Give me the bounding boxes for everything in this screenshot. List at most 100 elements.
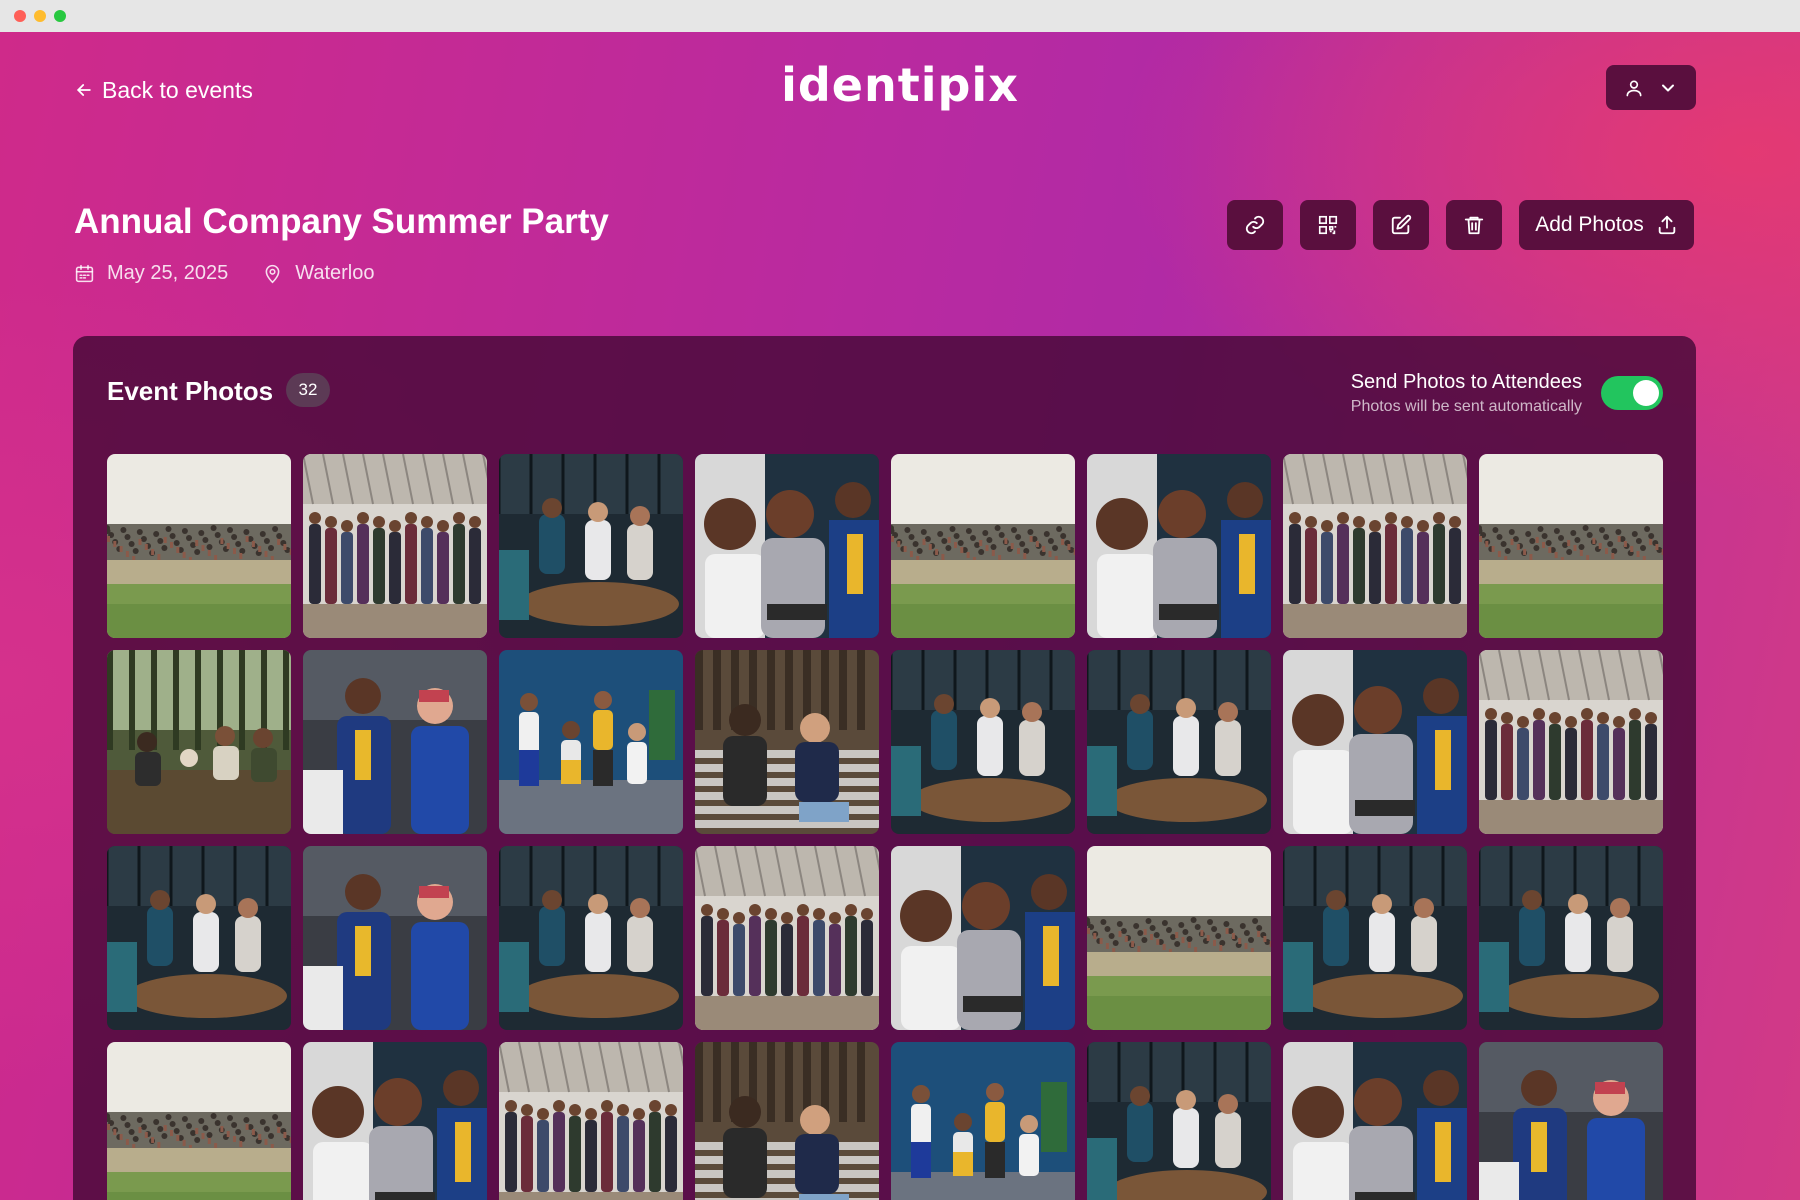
event-date-text: May 25, 2025 bbox=[107, 261, 229, 284]
event-photo-thumbnail[interactable] bbox=[499, 846, 683, 1030]
event-photo-thumbnail[interactable] bbox=[1087, 1042, 1271, 1200]
event-photo-thumbnail[interactable] bbox=[891, 454, 1075, 638]
photo-image bbox=[1479, 1042, 1663, 1200]
photo-image bbox=[499, 1042, 683, 1200]
upload-icon bbox=[1658, 215, 1676, 235]
event-meta: May 25, 2025 Waterloo bbox=[74, 258, 375, 288]
close-window-button[interactable] bbox=[14, 10, 26, 22]
event-photo-thumbnail[interactable] bbox=[1479, 650, 1663, 834]
event-photo-thumbnail[interactable] bbox=[499, 1042, 683, 1200]
edit-event-button[interactable] bbox=[1373, 200, 1429, 250]
calendar-icon bbox=[75, 264, 94, 282]
send-photos-toggle[interactable] bbox=[1601, 376, 1663, 410]
photo-image bbox=[1479, 846, 1663, 1030]
event-photo-thumbnail[interactable] bbox=[499, 650, 683, 834]
event-photo-thumbnail[interactable] bbox=[107, 1042, 291, 1200]
user-icon bbox=[1626, 80, 1642, 96]
edit-icon bbox=[1391, 214, 1412, 235]
photo-image bbox=[1283, 846, 1467, 1030]
photo-image bbox=[891, 1042, 1075, 1200]
trash-icon bbox=[1464, 216, 1484, 235]
event-photo-thumbnail[interactable] bbox=[891, 650, 1075, 834]
event-photo-thumbnail[interactable] bbox=[303, 650, 487, 834]
window-titlebar bbox=[0, 0, 1800, 32]
event-photo-thumbnail[interactable] bbox=[499, 454, 683, 638]
event-photo-thumbnail[interactable] bbox=[891, 846, 1075, 1030]
event-photo-thumbnail[interactable] bbox=[1087, 846, 1271, 1030]
app-page: Back to events identipix Annual Company … bbox=[0, 32, 1800, 1200]
photo-grid bbox=[107, 454, 1663, 1200]
event-date: May 25, 2025 bbox=[74, 262, 228, 285]
qr-code-icon bbox=[1318, 215, 1338, 235]
event-photo-thumbnail[interactable] bbox=[107, 846, 291, 1030]
photo-image bbox=[1087, 846, 1271, 1030]
photo-image bbox=[499, 846, 683, 1030]
event-photo-thumbnail[interactable] bbox=[1479, 454, 1663, 638]
map-pin-icon bbox=[265, 264, 280, 283]
event-photos-title: Event Photos bbox=[107, 376, 274, 406]
photo-image bbox=[303, 650, 487, 834]
event-photo-thumbnail[interactable] bbox=[1283, 1042, 1467, 1200]
chevron-down-icon bbox=[1662, 84, 1674, 91]
qr-code-button[interactable] bbox=[1300, 200, 1356, 250]
event-photo-thumbnail[interactable] bbox=[695, 1042, 879, 1200]
photo-image bbox=[695, 846, 879, 1030]
send-photos-title: Send Photos to Attendees bbox=[1350, 371, 1582, 393]
event-photo-thumbnail[interactable] bbox=[1283, 846, 1467, 1030]
event-location-text: Waterloo bbox=[295, 261, 375, 284]
event-photo-thumbnail[interactable] bbox=[1087, 650, 1271, 834]
event-photo-thumbnail[interactable] bbox=[1087, 454, 1271, 638]
send-photos-subtitle: Photos will be sent automatically bbox=[1350, 398, 1582, 415]
event-photo-thumbnail[interactable] bbox=[891, 1042, 1075, 1200]
toggle-knob bbox=[1633, 380, 1659, 406]
event-photo-thumbnail[interactable] bbox=[695, 650, 879, 834]
event-title: Annual Company Summer Party bbox=[74, 202, 609, 241]
add-photos-button[interactable]: Add Photos bbox=[1519, 200, 1694, 250]
photo-image bbox=[1087, 1042, 1271, 1200]
photo-image bbox=[695, 454, 879, 638]
photo-image bbox=[891, 454, 1075, 638]
photo-image bbox=[107, 846, 291, 1030]
link-icon bbox=[1245, 215, 1265, 235]
event-photo-thumbnail[interactable] bbox=[1479, 846, 1663, 1030]
photo-image bbox=[695, 1042, 879, 1200]
photo-image bbox=[499, 650, 683, 834]
event-photo-thumbnail[interactable] bbox=[303, 846, 487, 1030]
event-photo-thumbnail[interactable] bbox=[107, 454, 291, 638]
event-photo-thumbnail[interactable] bbox=[1283, 454, 1467, 638]
event-photo-thumbnail[interactable] bbox=[303, 454, 487, 638]
photo-image bbox=[1479, 650, 1663, 834]
event-location: Waterloo bbox=[262, 261, 375, 285]
photo-image bbox=[1087, 454, 1271, 638]
brand-logo[interactable]: identipix bbox=[0, 58, 1800, 112]
photo-image bbox=[1479, 454, 1663, 638]
photo-image bbox=[303, 1042, 487, 1200]
photo-image bbox=[1283, 650, 1467, 834]
delete-event-button[interactable] bbox=[1446, 200, 1502, 250]
minimize-window-button[interactable] bbox=[34, 10, 46, 22]
photo-image bbox=[1283, 1042, 1467, 1200]
photo-image bbox=[107, 1042, 291, 1200]
send-photos-setting: Send Photos to Attendees Photos will be … bbox=[1351, 371, 1582, 416]
photo-count-badge: 32 bbox=[286, 373, 330, 407]
photo-image bbox=[891, 650, 1075, 834]
event-photo-thumbnail[interactable] bbox=[107, 650, 291, 834]
photo-image bbox=[1283, 454, 1467, 638]
photo-image bbox=[499, 454, 683, 638]
zoom-window-button[interactable] bbox=[54, 10, 66, 22]
photo-image bbox=[107, 454, 291, 638]
photo-image bbox=[891, 846, 1075, 1030]
event-actions: Add Photos bbox=[1227, 200, 1694, 250]
user-menu-button[interactable] bbox=[1606, 65, 1696, 110]
event-photo-thumbnail[interactable] bbox=[303, 1042, 487, 1200]
event-photo-thumbnail[interactable] bbox=[695, 846, 879, 1030]
photo-image bbox=[1087, 650, 1271, 834]
event-photo-thumbnail[interactable] bbox=[695, 454, 879, 638]
event-photo-thumbnail[interactable] bbox=[1283, 650, 1467, 834]
photo-image bbox=[107, 650, 291, 834]
photo-image bbox=[695, 650, 879, 834]
event-photos-panel: Event Photos 32 Send Photos to Attendees… bbox=[73, 336, 1696, 1200]
copy-link-button[interactable] bbox=[1227, 200, 1283, 250]
photo-image bbox=[303, 846, 487, 1030]
event-photo-thumbnail[interactable] bbox=[1479, 1042, 1663, 1200]
